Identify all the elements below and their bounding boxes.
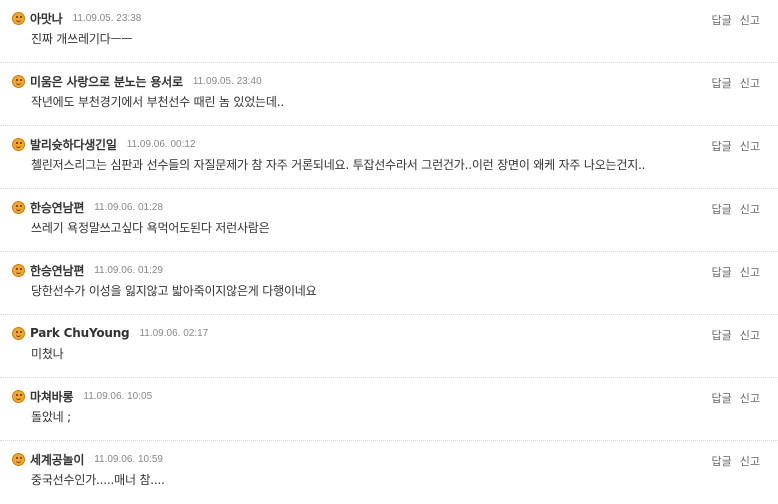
comment-actions: 답글 신고 [712, 264, 761, 280]
comment-author[interactable]: 아맛나 [30, 10, 63, 27]
comment-actions: 답글 신고 [712, 12, 761, 28]
user-face-icon [12, 452, 25, 466]
user-face-icon [12, 263, 25, 277]
user-face-icon [12, 74, 25, 88]
comment-item: 아맛나 11.09.05. 23:38 답글 신고 진짜 개쓰레기다ㅡㅡ [0, 0, 778, 63]
report-button[interactable]: 신고 [740, 266, 760, 279]
comment-text: 첼린저스리그는 심판과 선수들의 자질문제가 참 자주 거론되네요. 투잡선수라… [31, 158, 646, 172]
report-button[interactable]: 신고 [740, 77, 760, 90]
comment-text: 중국선수인가.....매너 참.... [31, 473, 165, 487]
reply-button[interactable]: 답글 [712, 329, 732, 342]
comment-meta: 아맛나 11.09.05. 23:38 [12, 10, 141, 26]
comment-text: 미쳤나 [31, 347, 64, 361]
report-button[interactable]: 신고 [740, 329, 760, 342]
user-face-icon [12, 137, 25, 151]
reply-button[interactable]: 답글 [712, 77, 732, 90]
comment-time: 11.09.06. 01:28 [94, 201, 163, 213]
comment-actions: 답글 신고 [712, 327, 761, 343]
comment-text: 쓰레기 욕정말쓰고싶다 욕먹어도된다 저런사람은 [31, 221, 270, 235]
comment-meta: 한승연남편 11.09.06. 01:28 [12, 199, 163, 215]
comment-time: 11.09.06. 10:59 [94, 453, 163, 465]
comment-author[interactable]: 한승연남편 [30, 262, 84, 279]
comment-item: 마쳐바롱 11.09.06. 10:05 답글 신고 돌았네 ; [0, 378, 778, 441]
comment-meta: 발리슛하다생긴일 11.09.06. 00:12 [12, 136, 196, 152]
comment-item: 한승연남편 11.09.06. 01:28 답글 신고 쓰레기 욕정말쓰고싶다 욕… [0, 189, 778, 252]
comment-item: 미움은 사랑으로 분노는 용서로 11.09.05. 23:40 답글 신고 작년… [0, 63, 778, 126]
report-button[interactable]: 신고 [740, 455, 760, 468]
comment-actions: 답글 신고 [712, 390, 761, 406]
comment-meta: 마쳐바롱 11.09.06. 10:05 [12, 388, 152, 404]
reply-button[interactable]: 답글 [712, 140, 732, 153]
reply-button[interactable]: 답글 [712, 266, 732, 279]
user-face-icon [12, 11, 25, 25]
reply-button[interactable]: 답글 [712, 14, 732, 27]
comment-author[interactable]: 마쳐바롱 [30, 388, 74, 405]
comment-list: 아맛나 11.09.05. 23:38 답글 신고 진짜 개쓰레기다ㅡㅡ 미움은 … [0, 0, 778, 504]
comment-time: 11.09.06. 02:17 [139, 327, 209, 339]
comment-time: 11.09.06. 00:12 [126, 138, 196, 150]
comment-text: 진짜 개쓰레기다ㅡㅡ [31, 32, 133, 46]
comment-author[interactable]: Park ChuYoung [30, 326, 130, 340]
comment-meta: 세계공놀이 11.09.06. 10:59 [12, 451, 163, 467]
comment-author[interactable]: 한승연남편 [30, 199, 84, 216]
comment-time: 11.09.06. 10:05 [83, 390, 153, 402]
report-button[interactable]: 신고 [740, 392, 760, 405]
report-button[interactable]: 신고 [740, 14, 760, 27]
comment-text: 돌았네 ; [31, 410, 71, 424]
user-face-icon [12, 200, 25, 214]
report-button[interactable]: 신고 [740, 140, 760, 153]
comment-actions: 답글 신고 [712, 201, 761, 217]
reply-button[interactable]: 답글 [712, 455, 732, 468]
user-face-icon [12, 389, 25, 403]
comment-meta: Park ChuYoung 11.09.06. 02:17 [12, 325, 208, 341]
comment-time: 11.09.05. 23:38 [72, 12, 142, 24]
comment-text: 작년에도 부천경기에서 부천선수 때린 놈 있었는데.. [31, 95, 284, 109]
comment-time: 11.09.05. 23:40 [192, 75, 262, 87]
comment-author[interactable]: 세계공놀이 [30, 451, 84, 468]
comment-text: 당한선수가 이성을 잃지않고 밟아죽이지않은게 다행이네요 [31, 284, 317, 298]
report-button[interactable]: 신고 [740, 203, 760, 216]
comment-actions: 답글 신고 [712, 453, 761, 469]
comment-item: Park ChuYoung 11.09.06. 02:17 답글 신고 미쳤나 [0, 315, 778, 378]
comment-actions: 답글 신고 [712, 138, 761, 154]
comment-author[interactable]: 미움은 사랑으로 분노는 용서로 [30, 73, 183, 90]
user-face-icon [12, 326, 25, 340]
comment-actions: 답글 신고 [712, 75, 761, 91]
reply-button[interactable]: 답글 [712, 203, 732, 216]
comment-author[interactable]: 발리슛하다생긴일 [30, 136, 117, 153]
comment-time: 11.09.06. 01:29 [94, 264, 163, 276]
comment-item: 발리슛하다생긴일 11.09.06. 00:12 답글 신고 첼린저스리그는 심판… [0, 126, 778, 189]
comment-meta: 미움은 사랑으로 분노는 용서로 11.09.05. 23:40 [12, 73, 262, 89]
comment-item: 한승연남편 11.09.06. 01:29 답글 신고 당한선수가 이성을 잃지않… [0, 252, 778, 315]
reply-button[interactable]: 답글 [712, 392, 732, 405]
comment-meta: 한승연남편 11.09.06. 01:29 [12, 262, 163, 278]
